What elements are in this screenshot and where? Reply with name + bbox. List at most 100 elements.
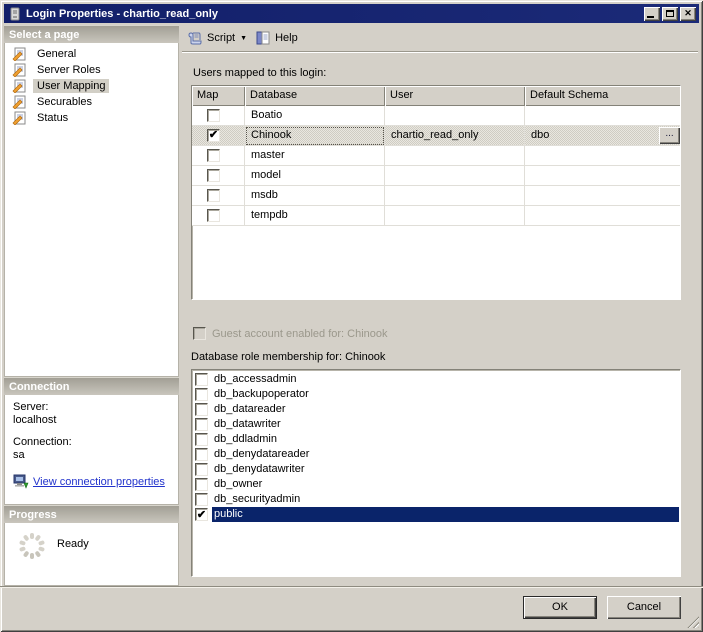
role-checkbox[interactable]	[195, 493, 208, 506]
map-cell	[192, 186, 245, 206]
sidebar-item-status[interactable]: Status	[5, 110, 178, 126]
role-item-db-backupoperator[interactable]: db_backupoperator	[193, 387, 679, 402]
select-page-header: Select a page	[4, 25, 179, 43]
role-label: db_owner	[212, 477, 679, 492]
role-item-public[interactable]: public	[193, 507, 679, 522]
column-header-map[interactable]: Map	[192, 86, 245, 106]
database-cell: model	[245, 166, 385, 186]
sidebar-item-label: User Mapping	[33, 79, 109, 93]
guest-account-row: Guest account enabled for: Chinook	[193, 327, 388, 340]
role-checkbox[interactable]	[195, 373, 208, 386]
role-item-db-accessadmin[interactable]: db_accessadmin	[193, 372, 679, 387]
default-schema-cell: dbo...	[525, 126, 681, 146]
role-checkbox[interactable]	[195, 388, 208, 401]
map-cell	[192, 146, 245, 166]
map-checkbox[interactable]	[207, 109, 220, 122]
help-button[interactable]: Help	[251, 27, 302, 49]
table-row-tempdb[interactable]: tempdb	[192, 206, 680, 226]
role-item-db-securityadmin[interactable]: db_securityadmin	[193, 492, 679, 507]
map-checkbox[interactable]	[207, 169, 220, 182]
column-header-default-schema[interactable]: Default Schema	[525, 86, 681, 106]
default-schema-cell	[525, 206, 681, 226]
view-connection-properties-link[interactable]: View connection properties	[33, 476, 165, 488]
sidebar-item-securables[interactable]: Securables	[5, 94, 178, 110]
page-icon	[12, 79, 28, 93]
database-cell: tempdb	[245, 206, 385, 226]
role-checkbox[interactable]	[195, 463, 208, 476]
database-cell: msdb	[245, 186, 385, 206]
sidebar-item-label: Status	[33, 111, 72, 125]
users-mapped-label: Users mapped to this login:	[193, 67, 326, 79]
role-label: db_datareader	[212, 402, 679, 417]
default-schema-cell	[525, 166, 681, 186]
script-button[interactable]: Script ▼	[183, 27, 251, 49]
resize-grip[interactable]	[686, 615, 699, 628]
cancel-button[interactable]: Cancel	[607, 596, 681, 619]
default-schema-cell	[525, 106, 681, 126]
server-label: Server:	[13, 401, 178, 414]
help-book-icon	[255, 30, 271, 46]
database-cell: Chinook	[245, 126, 385, 146]
sidebar-item-user-mapping[interactable]: User Mapping	[5, 78, 178, 94]
role-item-db-datawriter[interactable]: db_datawriter	[193, 417, 679, 432]
column-header-database[interactable]: Database	[245, 86, 385, 106]
user-cell	[385, 166, 525, 186]
ok-button[interactable]: OK	[523, 596, 597, 619]
toolbar-separator	[182, 51, 698, 53]
role-item-db-owner[interactable]: db_owner	[193, 477, 679, 492]
role-item-db-denydatareader[interactable]: db_denydatareader	[193, 447, 679, 462]
help-label: Help	[275, 32, 298, 44]
role-membership-list: db_accessadmindb_backupoperatordb_datare…	[191, 369, 681, 577]
role-checkbox[interactable]	[195, 508, 208, 521]
chevron-down-icon: ▼	[240, 35, 247, 42]
role-label: db_denydatareader	[212, 447, 679, 462]
connection-value: sa	[13, 449, 178, 462]
window-title: Login Properties - chartio_read_only	[26, 8, 642, 20]
map-checkbox[interactable]	[207, 209, 220, 222]
role-item-db-denydatawriter[interactable]: db_denydatawriter	[193, 462, 679, 477]
page-icon	[12, 63, 28, 77]
browse-schema-button[interactable]: ...	[659, 127, 680, 144]
table-row-boatio[interactable]: Boatio	[192, 106, 680, 126]
role-label: db_datawriter	[212, 417, 679, 432]
database-cell: Boatio	[245, 106, 385, 126]
script-label: Script	[207, 32, 235, 44]
role-item-db-ddladmin[interactable]: db_ddladmin	[193, 432, 679, 447]
table-row-chinook[interactable]: Chinookchartio_read_onlydbo...	[192, 126, 680, 146]
role-item-db-datareader[interactable]: db_datareader	[193, 402, 679, 417]
role-checkbox[interactable]	[195, 478, 208, 491]
maximize-icon	[666, 10, 674, 17]
map-checkbox[interactable]	[207, 149, 220, 162]
sidebar-item-label: General	[33, 47, 80, 61]
map-checkbox[interactable]	[207, 129, 220, 142]
map-cell	[192, 166, 245, 186]
maximize-button[interactable]	[662, 7, 678, 21]
server-value: localhost	[13, 414, 178, 427]
table-row-master[interactable]: master	[192, 146, 680, 166]
guest-account-label: Guest account enabled for: Chinook	[212, 328, 388, 340]
progress-panel: Ready	[4, 523, 179, 586]
connection-header: Connection	[4, 377, 179, 395]
role-label: public	[212, 507, 679, 522]
minimize-icon	[647, 16, 654, 18]
map-checkbox[interactable]	[207, 189, 220, 202]
role-checkbox[interactable]	[195, 403, 208, 416]
sidebar-item-general[interactable]: General	[5, 46, 178, 62]
table-row-model[interactable]: model	[192, 166, 680, 186]
page-icon	[12, 111, 28, 125]
role-checkbox[interactable]	[195, 418, 208, 431]
close-button[interactable]: ✕	[680, 7, 696, 21]
page-icon	[12, 47, 28, 61]
mapping-table-body: BoatioChinookchartio_read_onlydbo...mast…	[192, 106, 680, 226]
titlebar: Login Properties - chartio_read_only ✕	[4, 4, 699, 23]
user-mapping-table: MapDatabaseUserDefault Schema BoatioChin…	[191, 85, 681, 300]
role-checkbox[interactable]	[195, 448, 208, 461]
user-cell: chartio_read_only	[385, 126, 525, 146]
table-row-msdb[interactable]: msdb	[192, 186, 680, 206]
role-checkbox[interactable]	[195, 433, 208, 446]
sidebar-item-label: Securables	[33, 95, 96, 109]
select-page-panel: General Server Roles User Mapping Secura…	[4, 43, 179, 377]
sidebar-item-server-roles[interactable]: Server Roles	[5, 62, 178, 78]
minimize-button[interactable]	[644, 7, 660, 21]
column-header-user[interactable]: User	[385, 86, 525, 106]
